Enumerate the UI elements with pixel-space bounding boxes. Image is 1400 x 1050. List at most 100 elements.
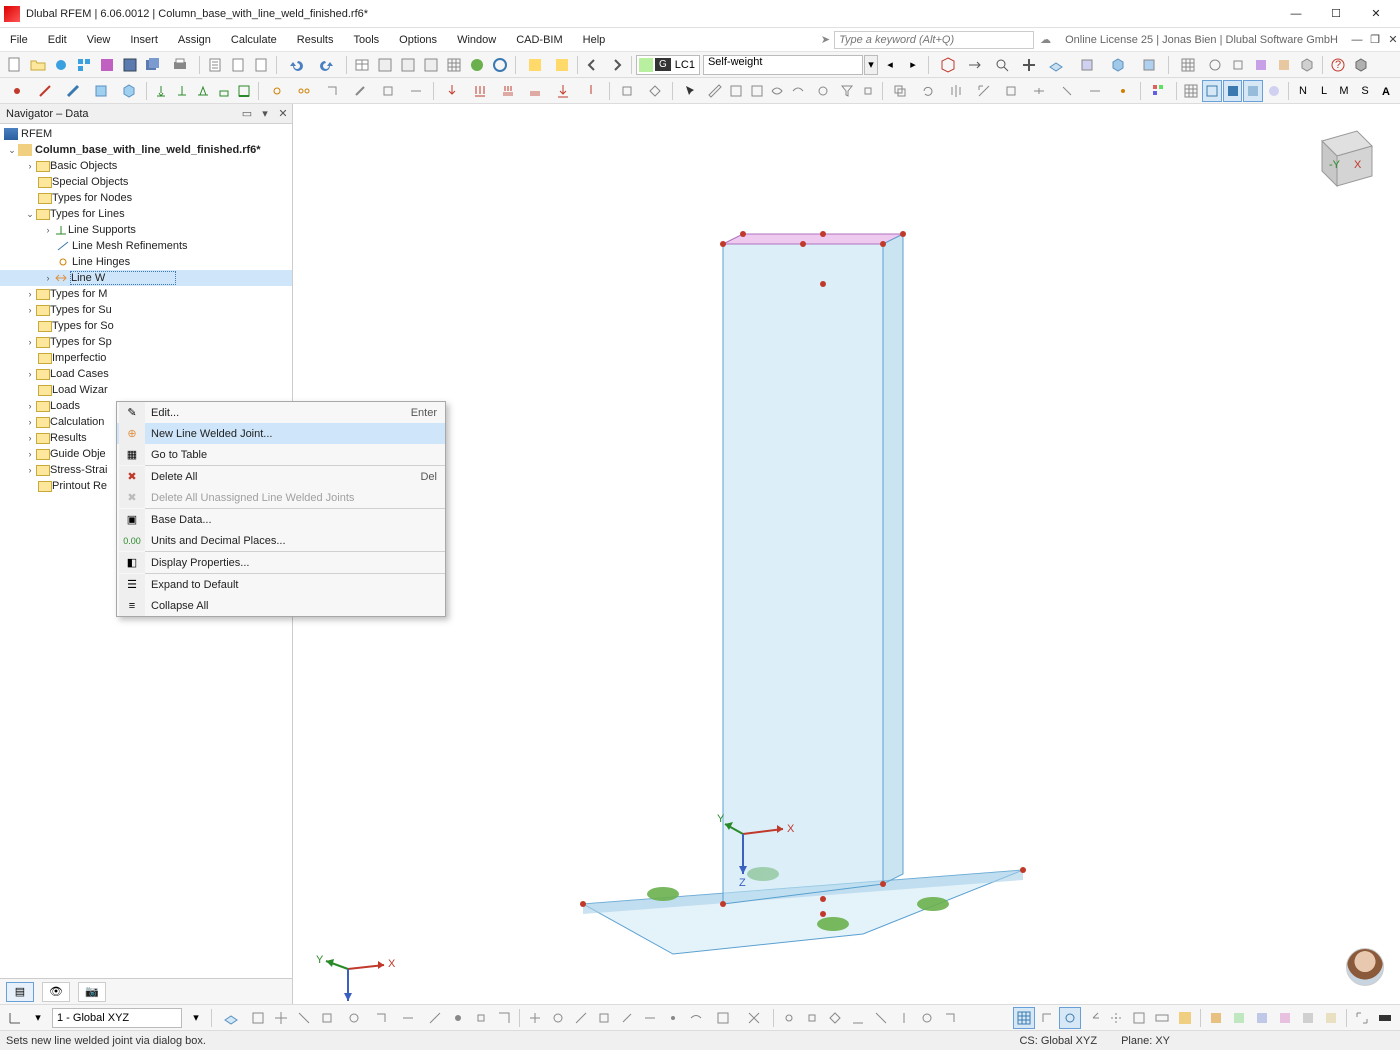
tree-line-welded-joints[interactable]: ›Line W [0, 270, 292, 286]
cs-select[interactable]: 1 - Global XYZ [52, 1008, 182, 1028]
photoreal-icon[interactable] [1264, 80, 1284, 102]
snap-icon[interactable] [1204, 54, 1226, 76]
menu-view[interactable]: View [77, 31, 121, 49]
load-surface-icon[interactable] [494, 80, 521, 102]
view-cube-icon[interactable] [1296, 54, 1318, 76]
snap-6-icon[interactable] [639, 1007, 661, 1029]
hinge-member-icon[interactable] [263, 80, 290, 102]
expand-icon[interactable]: › [24, 432, 36, 444]
select-icon[interactable] [677, 80, 704, 102]
numbering-4-icon[interactable]: S [1355, 80, 1375, 102]
tree-model[interactable]: ⌄Column_base_with_line_weld_finished.rf6… [0, 142, 292, 158]
loadcase-select[interactable]: Self-weight [703, 55, 863, 75]
tree-types-m[interactable]: ›Types for M [0, 286, 292, 302]
support-1-icon[interactable] [151, 80, 171, 102]
snap-5-icon[interactable] [616, 1007, 638, 1029]
color-by-icon[interactable] [1145, 80, 1172, 102]
wp-11-icon[interactable] [470, 1007, 492, 1029]
tree-line-mesh[interactable]: Line Mesh Refinements [0, 238, 292, 254]
menu-edit[interactable]: Edit [38, 31, 77, 49]
units-icon[interactable] [227, 54, 249, 76]
tree-root[interactable]: RFEM [0, 126, 292, 142]
model-viewport[interactable]: X Y Z X Y Z -Y X [293, 104, 1400, 1004]
set-1-icon[interactable] [614, 80, 641, 102]
transparent-active-icon[interactable] [1243, 80, 1263, 102]
navigator-float-button[interactable]: ▭ [238, 105, 256, 123]
cs-toggle-icon[interactable]: ▾ [27, 1007, 49, 1029]
wp-7-icon[interactable] [370, 1007, 392, 1029]
expand-icon[interactable]: › [24, 464, 36, 476]
cs-arrow-icon[interactable]: ▾ [185, 1007, 207, 1029]
expand-icon[interactable]: › [24, 160, 36, 172]
load-imposed-icon[interactable] [550, 80, 577, 102]
menu-tools[interactable]: Tools [343, 31, 389, 49]
numbering-1-icon[interactable]: N [1293, 80, 1313, 102]
osnap-toggle-icon[interactable] [1059, 1007, 1081, 1029]
expand-icon[interactable]: › [24, 304, 36, 316]
osn-5-icon[interactable] [870, 1007, 892, 1029]
expand-icon[interactable]: › [24, 400, 36, 412]
rotate-icon[interactable] [914, 80, 941, 102]
morph-icon[interactable] [1110, 80, 1137, 102]
load-free-icon[interactable] [578, 80, 605, 102]
cm-delete-all[interactable]: ✖Delete AllDel [117, 466, 445, 487]
tree-imperfections[interactable]: Imperfectio [0, 350, 292, 366]
save-icon[interactable] [119, 54, 141, 76]
menu-file[interactable]: File [0, 31, 38, 49]
tree-basic-objects[interactable]: ›Basic Objects [0, 158, 292, 174]
mesh-settings-icon[interactable] [443, 54, 465, 76]
support-2-icon[interactable] [172, 80, 192, 102]
wp-10-icon[interactable] [447, 1007, 469, 1029]
cm-go-to-table[interactable]: ▦Go to Table [117, 444, 445, 465]
results-toggle-icon[interactable] [520, 54, 550, 76]
snap-10-icon[interactable] [739, 1007, 769, 1029]
section-icon[interactable] [1134, 54, 1164, 76]
pan-icon[interactable] [1018, 54, 1040, 76]
extend-icon[interactable] [1082, 80, 1109, 102]
minimize-button[interactable]: — [1276, 2, 1316, 26]
wp-6-icon[interactable] [339, 1007, 369, 1029]
open-icon[interactable] [27, 54, 49, 76]
snap-7-icon[interactable] [662, 1007, 684, 1029]
navigator-pin-button[interactable]: ▾ [256, 105, 274, 123]
view-xz-icon[interactable] [1228, 1007, 1250, 1029]
global-calc-icon[interactable] [489, 54, 511, 76]
rendering-icon[interactable] [1103, 54, 1133, 76]
snap-8-icon[interactable] [685, 1007, 707, 1029]
mirror-icon[interactable] [942, 80, 969, 102]
support-5-icon[interactable] [234, 80, 254, 102]
font-icon[interactable]: A [1376, 80, 1396, 102]
osn-6-icon[interactable] [893, 1007, 915, 1029]
fullscreen-icon[interactable] [1351, 1007, 1373, 1029]
snap-1-icon[interactable] [524, 1007, 546, 1029]
nav-prev-type-icon[interactable] [582, 54, 604, 76]
hinge-line-icon[interactable] [291, 80, 318, 102]
wp-4-icon[interactable] [293, 1007, 315, 1029]
assistant-avatar-icon[interactable] [1346, 948, 1384, 986]
navigator-close-button[interactable]: ✕ [274, 105, 292, 123]
view-a-icon[interactable] [1274, 1007, 1296, 1029]
view-iso-icon[interactable] [933, 54, 963, 76]
filter-icon[interactable] [837, 80, 857, 102]
tables-icon[interactable] [351, 54, 373, 76]
dyn-input-icon[interactable] [1151, 1007, 1173, 1029]
extrude-icon[interactable] [998, 80, 1025, 102]
snap-9-icon[interactable] [708, 1007, 738, 1029]
results-sync-icon[interactable] [551, 54, 573, 76]
tree-line-supports[interactable]: ›Line Supports [0, 222, 292, 238]
display-style-icon[interactable] [1072, 54, 1102, 76]
lc-prev-icon[interactable]: ◂ [879, 54, 901, 76]
expand-icon[interactable]: ⌄ [24, 208, 36, 220]
block-manager-icon[interactable] [73, 54, 95, 76]
cm-expand-default[interactable]: ☰Expand to Default [117, 574, 445, 595]
cloud-open-icon[interactable] [50, 54, 72, 76]
child-restore-button[interactable]: ❐ [1368, 33, 1382, 47]
wp-2-icon[interactable] [247, 1007, 269, 1029]
zoom-icon[interactable] [987, 54, 1017, 76]
numbering-2-icon[interactable]: L [1314, 80, 1334, 102]
save-all-icon[interactable] [142, 54, 164, 76]
ortho-icon[interactable] [1036, 1007, 1058, 1029]
cm-display-properties[interactable]: ◧Display Properties... [117, 552, 445, 573]
view-c-icon[interactable] [1320, 1007, 1342, 1029]
load-line-icon[interactable] [466, 80, 493, 102]
